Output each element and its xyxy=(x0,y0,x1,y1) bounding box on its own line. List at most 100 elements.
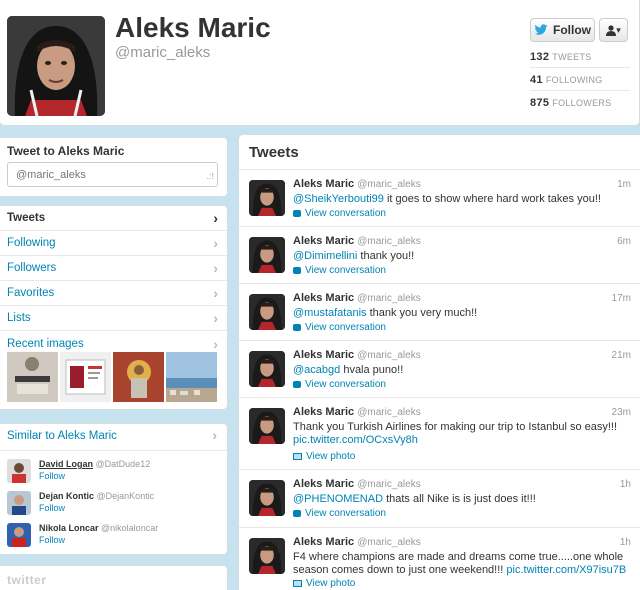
nav-item-tweets[interactable]: Tweets › xyxy=(0,206,227,231)
similar-user-handle: @nikolaloncar xyxy=(101,523,159,533)
view-conversation-link[interactable]: View conversation xyxy=(293,208,386,219)
follow-button[interactable]: Follow xyxy=(530,18,595,42)
tweet-mention-link[interactable]: @PHENOMENAD xyxy=(293,493,383,505)
follow-button-label: Follow xyxy=(553,23,591,37)
similar-follow-link[interactable]: Follow xyxy=(39,535,65,545)
similar-user-name-link[interactable]: David Logan xyxy=(39,459,93,469)
similar-users-card: Similar to Aleks Maric › David Logan @Da… xyxy=(0,423,228,555)
avatar[interactable] xyxy=(249,408,285,444)
tweet-timestamp[interactable]: 1m xyxy=(617,179,631,190)
avatar[interactable] xyxy=(249,538,285,574)
tweet-author-name[interactable]: Aleks Maric xyxy=(293,292,354,304)
tweet-body: thank you very much!! xyxy=(366,307,478,319)
similar-user-handle: @DatDude12 xyxy=(95,459,151,469)
stat-following[interactable]: 41 FOLLOWING xyxy=(530,74,630,86)
view-conversation-link[interactable]: View conversation xyxy=(293,265,386,276)
tweet-to-input[interactable] xyxy=(7,162,218,187)
tweet-timestamp[interactable]: 17m xyxy=(612,293,631,304)
similar-user-name[interactable]: Nikola Loncar @nikolaloncar xyxy=(39,523,158,533)
tweet-timestamp[interactable]: 23m xyxy=(612,407,631,418)
tweet-timestamp[interactable]: 1h xyxy=(620,479,631,490)
tweet-timestamp[interactable]: 1h xyxy=(620,537,631,548)
chevron-right-icon: › xyxy=(212,427,217,443)
tweet-author-name[interactable]: Aleks Maric xyxy=(293,536,354,548)
similar-follow-link[interactable]: Follow xyxy=(39,471,65,481)
nav-item-favorites[interactable]: Favorites › xyxy=(0,281,227,306)
tweet-header: Aleks Maric @maric_aleks xyxy=(293,235,421,247)
stat-following-label: FOLLOWING xyxy=(545,75,603,85)
tweet-timestamp[interactable]: 21m xyxy=(612,350,631,361)
avatar[interactable] xyxy=(249,351,285,387)
avatar[interactable] xyxy=(7,459,31,483)
avatar[interactable] xyxy=(7,523,31,547)
chevron-right-icon: › xyxy=(213,285,218,301)
nav-item-label: Recent images xyxy=(7,337,84,350)
similar-follow-link[interactable]: Follow xyxy=(39,503,65,513)
avatar[interactable] xyxy=(7,491,31,515)
tweet-pic-link[interactable]: pic.twitter.com/X97isu7B xyxy=(506,564,626,576)
tweet-item[interactable]: Aleks Maric @maric_aleks 17m @mustafatan… xyxy=(239,283,640,340)
recent-image-thumbnail[interactable] xyxy=(7,352,58,402)
tweet-author-handle: @maric_aleks xyxy=(357,236,421,247)
tweet-mention-link[interactable]: @Dimimellini xyxy=(293,250,357,262)
tweet-header: Aleks Maric @maric_aleks xyxy=(293,536,421,548)
tweet-item[interactable]: Aleks Maric @maric_aleks 1h F4 where cha… xyxy=(239,527,640,590)
tweet-item[interactable]: Aleks Maric @maric_aleks 1m @SheikYerbou… xyxy=(239,169,640,226)
tweet-author-name[interactable]: Aleks Maric xyxy=(293,478,354,490)
nav-item-followers[interactable]: Followers › xyxy=(0,256,227,281)
recent-image-thumbnail[interactable] xyxy=(60,352,111,402)
tweet-item[interactable]: Aleks Maric @maric_aleks 6m @Dimimellini… xyxy=(239,226,640,283)
tweet-body: thank you!! xyxy=(357,250,415,262)
similar-title[interactable]: Similar to Aleks Maric xyxy=(7,430,117,442)
view-conversation-link[interactable]: View conversation xyxy=(293,322,386,333)
chevron-right-icon: › xyxy=(213,310,218,326)
avatar[interactable] xyxy=(249,294,285,330)
tweet-item[interactable]: Aleks Maric @maric_aleks 1h @PHENOMENAD … xyxy=(239,469,640,527)
tweet-author-handle: @maric_aleks xyxy=(357,293,421,304)
tweet-pic-link[interactable]: pic.twitter.com/OCxsVy8h xyxy=(293,434,418,446)
stat-divider xyxy=(530,90,630,91)
nav-item-following[interactable]: Following › xyxy=(0,231,227,256)
avatar[interactable] xyxy=(249,237,285,273)
view-conversation-link[interactable]: View conversation xyxy=(293,379,386,390)
nav-item-lists[interactable]: Lists › xyxy=(0,306,227,331)
tweet-author-name[interactable]: Aleks Maric xyxy=(293,178,354,190)
footer-card: twitter xyxy=(0,565,228,590)
tweet-author-name[interactable]: Aleks Maric xyxy=(293,349,354,361)
similar-user-name-text[interactable]: Dejan Kontic xyxy=(39,491,94,501)
tweet-item[interactable]: Aleks Maric @maric_aleks 21m @acabgd hva… xyxy=(239,340,640,397)
chevron-down-icon: ▾ xyxy=(616,24,621,35)
view-photo-link[interactable]: View photo xyxy=(293,578,355,589)
avatar[interactable] xyxy=(249,480,285,516)
chevron-right-icon: › xyxy=(213,210,218,226)
tweet-mention-link[interactable]: @mustafatanis xyxy=(293,307,367,319)
view-photo-link[interactable]: View photo xyxy=(293,451,355,462)
similar-user-name[interactable]: David Logan @DatDude12 xyxy=(39,459,150,469)
tweet-text: F4 where champions are made and dreams c… xyxy=(293,551,629,577)
stat-followers[interactable]: 875 FOLLOWERS xyxy=(530,97,630,109)
similar-user-name-text[interactable]: Nikola Loncar xyxy=(39,523,99,533)
stat-tweets[interactable]: 132 TWEETS xyxy=(530,51,630,63)
tweet-item[interactable]: Aleks Maric @maric_aleks 23m Thank you T… xyxy=(239,397,640,469)
divider xyxy=(0,450,228,451)
tweet-body: hvala puno!! xyxy=(340,364,404,376)
tweet-mention-link[interactable]: @acabgd xyxy=(293,364,340,376)
chevron-right-icon: › xyxy=(213,335,218,352)
view-conversation-link[interactable]: View conversation xyxy=(293,508,386,519)
similar-user-name[interactable]: Dejan Kontic @DejanKontic xyxy=(39,491,154,501)
tweet-action-label: View conversation xyxy=(305,208,386,219)
tweet-author-name[interactable]: Aleks Maric xyxy=(293,406,354,418)
user-actions-button[interactable]: ▾ xyxy=(599,18,628,42)
tweet-mention-link[interactable]: @SheikYerbouti99 xyxy=(293,193,384,205)
profile-avatar[interactable] xyxy=(7,16,105,116)
stat-tweets-count: 132 xyxy=(530,51,550,63)
tweet-timestamp[interactable]: 6m xyxy=(617,236,631,247)
tweet-author-handle: @maric_aleks xyxy=(357,179,421,190)
recent-image-thumbnail[interactable] xyxy=(113,352,164,402)
tweet-author-handle: @maric_aleks xyxy=(357,479,421,490)
conversation-icon xyxy=(293,510,301,517)
tweet-author-name[interactable]: Aleks Maric xyxy=(293,235,354,247)
recent-image-thumbnail[interactable] xyxy=(166,352,217,402)
chevron-right-icon: › xyxy=(213,235,218,251)
avatar[interactable] xyxy=(249,180,285,216)
